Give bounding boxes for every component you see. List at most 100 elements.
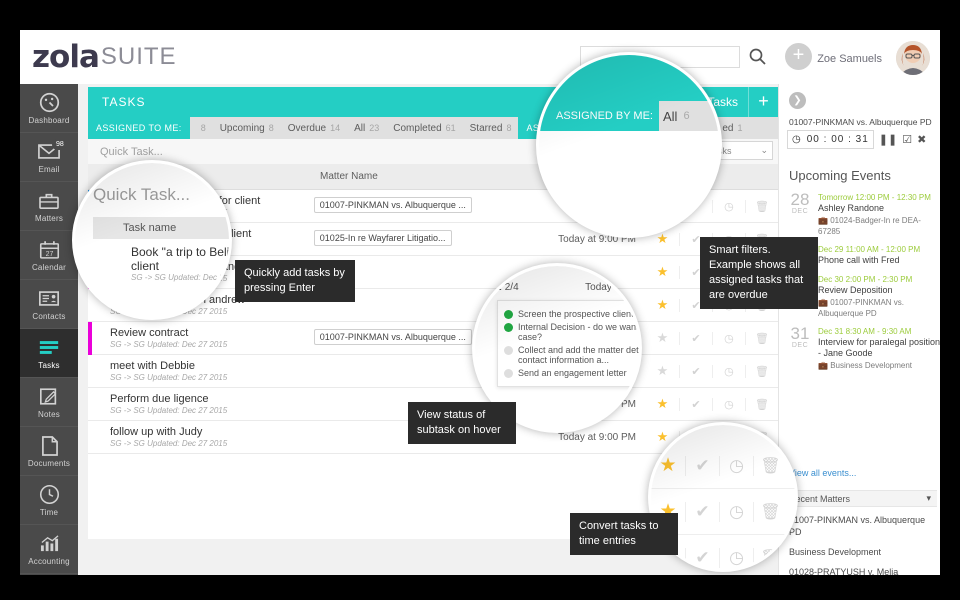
tab-completed[interactable]: Completed 61 — [386, 117, 462, 139]
task-meta-text: SG -> SG Updated: Dec 27 2015 — [110, 438, 228, 448]
trash-icon[interactable]: 🗑 — [744, 397, 778, 411]
list-item[interactable]: Business Development — [789, 546, 937, 558]
tab-count: 8 — [268, 123, 274, 133]
check-circle-icon[interactable]: ✔ — [685, 455, 719, 476]
pause-icon[interactable]: ❚❚ — [879, 133, 897, 146]
timer-value: 00 : 00 : 31 — [806, 133, 869, 145]
check-circle-icon[interactable]: ✔ — [685, 501, 719, 522]
clock-icon[interactable]: ◷ — [719, 455, 753, 476]
subtask-item[interactable]: Internal Decision - do we want this case… — [504, 322, 639, 342]
check-circle-icon[interactable]: ✔ — [678, 397, 712, 411]
check-circle-icon[interactable]: ✔ — [678, 364, 712, 378]
sidebar-item-documents[interactable]: Documents — [20, 427, 78, 476]
global-add-button[interactable]: + — [785, 43, 812, 70]
clock-icon[interactable]: ◷ — [719, 501, 753, 522]
matter-chip[interactable]: 01007-PINKMAN vs. Albuquerque ... — [313, 196, 472, 213]
table-row[interactable]: meet with Debbie SG -> SG Updated: Dec 2… — [88, 355, 778, 388]
event-body: Dec 29 11:00 AM - 12:00 PM Phone call wi… — [818, 244, 940, 267]
tab-starred[interactable]: Starred 8 — [463, 117, 519, 139]
bar-chart-icon — [39, 533, 60, 555]
clock-icon[interactable]: ◷ — [719, 548, 753, 568]
sidebar-item-time[interactable]: Time — [20, 476, 78, 525]
task-name-text: meet with Debbie — [110, 359, 195, 372]
tab-upcoming[interactable]: Upcoming 8 — [213, 117, 281, 139]
subtask-label: Collect and add the matter details (i.e.… — [518, 345, 639, 365]
column-header-matter-name[interactable]: Matter Name — [320, 171, 512, 182]
tab-count: 8 — [506, 123, 512, 133]
star-icon[interactable]: ★ — [646, 297, 679, 313]
avatar[interactable] — [896, 41, 930, 75]
star-icon[interactable]: ★ — [646, 396, 679, 412]
magnified-tab-all: All — [663, 108, 678, 124]
subtask-item[interactable]: Send an engagement letter — [504, 368, 639, 378]
magnifier-quick-task: Quick Task... Task name Book "a trip to … — [72, 160, 232, 320]
star-icon[interactable]: ★ — [646, 363, 679, 379]
tab-all[interactable]: All 23 — [347, 117, 386, 139]
check-circle-icon[interactable]: ✔ — [685, 548, 719, 568]
trash-icon[interactable]: 🗑 — [744, 331, 778, 345]
task-list-icon — [38, 337, 60, 359]
clock-icon[interactable]: ◷ — [711, 364, 745, 378]
magnified-column-header: Task name — [93, 217, 229, 239]
cell-task-name: Review contract SG -> SG Updated: Dec 27… — [88, 327, 314, 350]
clock-icon[interactable]: ◷ — [711, 397, 745, 411]
tab-label: Overdue — [287, 122, 327, 134]
recent-matters-header[interactable]: Recent Matters ▾ — [783, 490, 937, 507]
view-all-events-link[interactable]: View all events... — [789, 468, 856, 478]
sidebar-item-email[interactable]: 98 Email — [20, 133, 78, 182]
user-name[interactable]: Zoe Samuels — [817, 53, 882, 65]
chevron-right-icon[interactable]: ❯ — [789, 92, 806, 109]
event-matter-text: 01007-PINKMAN vs. Albuquerque PD — [818, 298, 905, 318]
check-circle-icon — [504, 310, 513, 319]
list-item[interactable]: 01028-PRATYUSH v. Melia — [789, 566, 937, 575]
event-day: 31 — [790, 324, 810, 343]
tab-count: 14 — [330, 123, 341, 133]
subtask-label: Screen the prospective client — [518, 309, 634, 319]
list-item[interactable]: 31 DEC Dec 31 8:30 AM - 9:30 AM Intervie… — [783, 324, 940, 371]
matter-chip[interactable]: 01025-In re Wayfarer Litigatio... — [313, 229, 452, 246]
search-icon[interactable] — [748, 47, 768, 67]
chevron-down-icon[interactable]: ▾ — [926, 493, 931, 504]
magnified-task-name: Book "a trip to Belize" for client — [131, 245, 230, 273]
timer-display[interactable]: ◷ 00 : 00 : 31 — [787, 129, 874, 149]
trash-icon[interactable]: 🗑 — [753, 455, 787, 476]
upcoming-events-title: Upcoming Events — [789, 168, 891, 183]
sidebar-item-contacts[interactable]: Contacts — [20, 280, 78, 329]
sidebar-item-matters[interactable]: Matters — [20, 182, 78, 231]
event-title: Ashley Randone — [818, 203, 885, 213]
event-date: 31 DEC — [787, 324, 813, 371]
event-title: Interview for paralegal position - Jane … — [818, 337, 940, 358]
tooltip-convert-time: Convert tasks to time entries — [570, 513, 678, 555]
list-item[interactable]: 01007-PINKMAN vs. Albuquerque PD — [789, 514, 937, 538]
sidebar-item-tasks[interactable]: Tasks — [20, 329, 78, 378]
add-task-button[interactable]: + — [748, 87, 778, 117]
sidebar-item-dashboard[interactable]: Dashboard — [20, 84, 78, 133]
document-icon — [41, 435, 58, 457]
star-icon[interactable]: ★ — [651, 454, 685, 477]
event-matter: 💼 01024-Badger-In re DEA-67285 — [818, 215, 940, 237]
check-box-icon[interactable]: ☑ — [902, 133, 912, 146]
close-icon[interactable]: ✖ — [917, 133, 926, 146]
trash-icon[interactable]: 🗑 — [753, 501, 787, 522]
star-icon[interactable]: ★ — [646, 330, 679, 346]
table-row[interactable]: Review contract SG -> SG Updated: Dec 27… — [88, 322, 778, 355]
sidebar-item-calendar[interactable]: 27 Calendar — [20, 231, 78, 280]
clock-icon[interactable]: ◷ — [711, 331, 745, 345]
subtask-item[interactable]: Screen the prospective client — [504, 309, 639, 319]
list-item[interactable]: 28 DEC Tomorrow 12:00 PM - 12:30 PM Ashl… — [783, 191, 940, 237]
subtask-label: Send an engagement letter — [518, 368, 627, 378]
trash-icon[interactable]: 🗑 — [753, 548, 787, 568]
subtask-item[interactable]: Collect and add the matter details (i.e.… — [504, 345, 639, 365]
trash-icon[interactable]: 🗑 — [744, 199, 778, 213]
tab-overdue[interactable]: Overdue 14 — [281, 117, 347, 139]
sidebar-item-notes[interactable]: Notes — [20, 378, 78, 427]
tab-assigned-to-me-0[interactable]: 8 — [190, 117, 213, 139]
task-meta-text: SG -> SG Updated: Dec 27 2015 — [110, 405, 228, 415]
sidebar-item-label: Matters — [34, 213, 64, 223]
check-circle-icon[interactable]: ✔ — [678, 331, 712, 345]
star-icon[interactable]: ★ — [646, 264, 679, 280]
trash-icon[interactable]: 🗑 — [744, 364, 778, 378]
event-month: DEC — [791, 208, 809, 215]
matter-chip[interactable]: 01007-PINKMAN vs. Albuquerque ... — [313, 328, 472, 345]
sidebar-item-accounting[interactable]: Accounting — [20, 525, 78, 574]
